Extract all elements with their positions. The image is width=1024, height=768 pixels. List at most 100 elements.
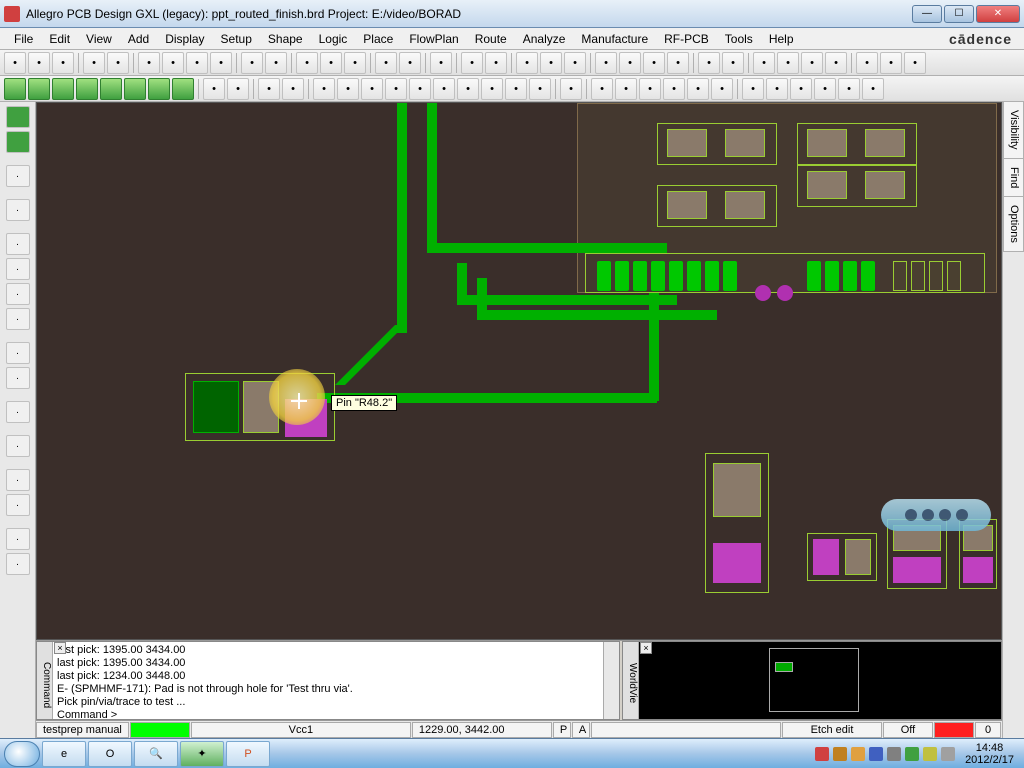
toolbar-zoom+-icon[interactable]: • (722, 52, 744, 74)
toolbar-flag5-icon[interactable]: • (687, 78, 709, 100)
tab-visibility[interactable]: Visibility (1003, 102, 1024, 159)
toolbar-rt6-icon[interactable]: • (862, 78, 884, 100)
lefttool-y-icon[interactable]: · (6, 165, 30, 187)
toolbar-flag-icon[interactable]: • (591, 78, 613, 100)
menu-place[interactable]: Place (355, 32, 401, 46)
toolbar-move-icon[interactable]: • (399, 52, 421, 74)
toolbar-exp-icon[interactable]: • (560, 78, 582, 100)
toolbar-g-icon[interactable] (100, 78, 122, 100)
toolbar-flag6-icon[interactable]: • (711, 78, 733, 100)
lefttool-xx-icon[interactable]: · (6, 553, 30, 575)
toolbar-cross-icon[interactable]: • (461, 52, 483, 74)
close-button[interactable]: ✕ (976, 5, 1020, 23)
toolbar-find-icon[interactable]: • (753, 52, 775, 74)
menu-help[interactable]: Help (761, 32, 802, 46)
lefttool-cir-icon[interactable]: · (6, 401, 30, 423)
toolbar-center-icon[interactable]: • (375, 52, 397, 74)
lefttool-db-icon[interactable]: · (6, 528, 30, 550)
menu-logic[interactable]: Logic (311, 32, 356, 46)
menu-display[interactable]: Display (157, 32, 212, 46)
lefttool-x-icon[interactable]: · (6, 283, 30, 305)
toolbar-globe-icon[interactable]: • (856, 52, 878, 74)
toolbar-g-icon[interactable] (4, 78, 26, 100)
lefttool-ang-icon[interactable]: · (6, 308, 30, 330)
lefttool-abc--icon[interactable]: · (6, 494, 30, 516)
lefttool-g-icon[interactable] (6, 106, 30, 128)
tray-icon[interactable] (869, 747, 883, 761)
toolbar-grid-icon[interactable]: • (595, 52, 617, 74)
toolbar-dim-icon[interactable]: • (258, 78, 280, 100)
toolbar-cross2-icon[interactable]: • (485, 52, 507, 74)
toolbar-g-icon[interactable] (148, 78, 170, 100)
toolbar-zoomwin-icon[interactable]: • (296, 52, 318, 74)
toolbar-flag3-icon[interactable]: • (639, 78, 661, 100)
toolbar-g-icon[interactable] (76, 78, 98, 100)
toolbar-g-icon[interactable] (52, 78, 74, 100)
toolbar-g-icon[interactable] (124, 78, 146, 100)
toolbar-find2-icon[interactable]: • (777, 52, 799, 74)
toolbar-zoom--icon[interactable]: • (698, 52, 720, 74)
toolbar-rt2-icon[interactable]: • (766, 78, 788, 100)
tray-icon[interactable] (923, 747, 937, 761)
status-p[interactable]: P (553, 722, 571, 738)
toolbar-r1r2-icon[interactable]: • (409, 78, 431, 100)
toolbar-folder2-icon[interactable]: • (107, 52, 129, 74)
toolbar-grid3-icon[interactable]: • (643, 52, 665, 74)
toolbar-grid2-icon[interactable]: • (619, 52, 641, 74)
status-a[interactable]: A (572, 722, 590, 738)
taskbar-clock[interactable]: 14:48 2012/2/17 (965, 742, 1014, 766)
tray-volume-icon[interactable] (941, 747, 955, 761)
menu-shape[interactable]: Shape (260, 32, 311, 46)
toolbar-dot-icon[interactable]: • (505, 78, 527, 100)
toolbar-sym2-icon[interactable]: • (481, 78, 503, 100)
lefttool-shp-icon[interactable]: · (6, 342, 30, 364)
maximize-button[interactable]: ☐ (944, 5, 974, 23)
menu-file[interactable]: File (6, 32, 41, 46)
toolbar-g-icon[interactable] (172, 78, 194, 100)
toolbar-refresh-icon[interactable]: • (344, 52, 366, 74)
toolbar-target2-icon[interactable]: • (540, 52, 562, 74)
worldview-canvas[interactable] (639, 642, 1001, 719)
tray-icon[interactable] (833, 747, 847, 761)
menu-setup[interactable]: Setup (213, 32, 260, 46)
taskbar-outlook-icon[interactable]: O (88, 741, 132, 767)
toolbar-rt3-icon[interactable]: • (790, 78, 812, 100)
taskbar-ie-icon[interactable]: e (42, 741, 86, 767)
lefttool-shp2-icon[interactable]: · (6, 367, 30, 389)
lefttool-step-icon[interactable]: · (6, 233, 30, 255)
toolbar-rt4-icon[interactable]: • (814, 78, 836, 100)
lefttool-abc+-icon[interactable]: · (6, 469, 30, 491)
tray-icon[interactable] (851, 747, 865, 761)
menu-route[interactable]: Route (467, 32, 515, 46)
toolbar-db-icon[interactable]: • (313, 78, 335, 100)
toolbar-pad-icon[interactable]: • (227, 78, 249, 100)
start-button[interactable] (4, 741, 40, 767)
toolbar-zoomfit-icon[interactable]: • (320, 52, 342, 74)
toolbar-redo-icon[interactable]: • (265, 52, 287, 74)
menu-analyze[interactable]: Analyze (515, 32, 574, 46)
lefttool-g-icon[interactable] (6, 131, 30, 153)
toolbar-grid4-icon[interactable]: • (667, 52, 689, 74)
toolbar-flag4-icon[interactable]: • (663, 78, 685, 100)
toolbar-paste-icon[interactable]: • (186, 52, 208, 74)
menu-add[interactable]: Add (120, 32, 157, 46)
menu-manufacture[interactable]: Manufacture (573, 32, 656, 46)
status-layer-swatch[interactable] (130, 722, 190, 738)
toolbar-folder-icon[interactable]: • (83, 52, 105, 74)
toolbar-pin-icon[interactable]: • (564, 52, 586, 74)
command-close-icon[interactable]: × (54, 642, 66, 654)
toolbar-flag2-icon[interactable]: • (615, 78, 637, 100)
toolbar-zoom-icon[interactable]: • (801, 52, 823, 74)
toolbar-aim-icon[interactable]: • (516, 52, 538, 74)
toolbar-g-icon[interactable] (28, 78, 50, 100)
toolbar-sym-icon[interactable]: • (433, 78, 455, 100)
menu-edit[interactable]: Edit (41, 32, 78, 46)
tray-icon[interactable] (905, 747, 919, 761)
minimize-button[interactable]: — (912, 5, 942, 23)
toolbar-grid-icon[interactable]: • (529, 78, 551, 100)
toolbar-rt-icon[interactable]: • (742, 78, 764, 100)
status-drc-swatch[interactable] (934, 722, 974, 738)
worldview-tab[interactable]: WorldVie (623, 642, 639, 719)
lefttool-line-icon[interactable]: · (6, 199, 30, 221)
toolbar-rt5-icon[interactable]: • (838, 78, 860, 100)
